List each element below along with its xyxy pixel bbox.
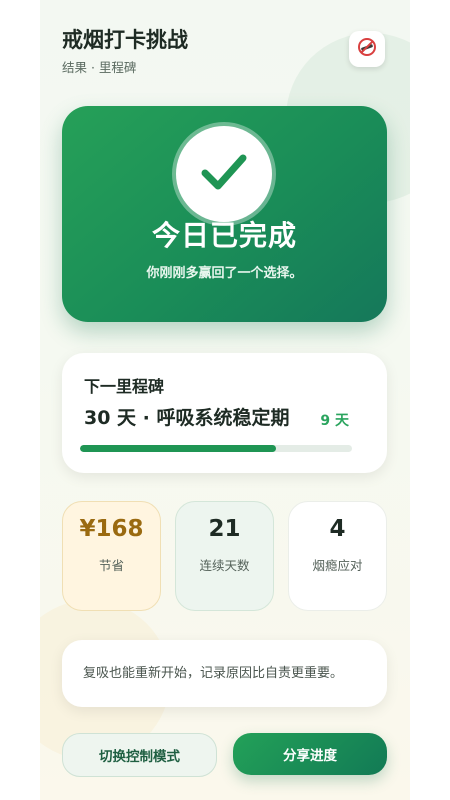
checkmark-icon: [196, 144, 252, 204]
share-progress-button[interactable]: 分享进度: [233, 733, 387, 775]
milestone-label: 下一里程碑: [84, 377, 165, 396]
no-smoking-icon: [357, 37, 377, 61]
stat-value: 4: [329, 516, 346, 542]
app-screen: 戒烟打卡挑战 结果 · 里程碑 今日已完成 你刚刚多赢回了一个选择。 下一里程碑…: [40, 0, 410, 800]
milestone-name: 30 天 · 呼吸系统稳定期: [84, 407, 290, 429]
milestone-days-left: 9 天: [320, 413, 349, 429]
stat-label: 连续天数: [199, 558, 250, 573]
tip-text: 复吸也能重新开始，记录原因比自责更重要。: [83, 666, 344, 681]
checkmark-badge: [176, 126, 272, 222]
stat-label: 烟瘾应对: [312, 558, 363, 573]
stat-value: ¥168: [79, 516, 144, 542]
stat-value: 21: [208, 516, 241, 542]
switch-mode-button[interactable]: 切换控制模式: [62, 733, 217, 777]
completion-subtitle: 你刚刚多赢回了一个选择。: [146, 266, 303, 281]
page-subtitle: 结果 · 里程碑: [62, 60, 137, 75]
completion-title: 今日已完成: [151, 219, 297, 252]
stat-label: 节省: [98, 558, 124, 573]
milestone-card: 下一里程碑 30 天 · 呼吸系统稳定期 9 天: [62, 353, 387, 473]
page-title: 戒烟打卡挑战: [62, 28, 188, 52]
stat-card-savings: ¥168 节省: [62, 501, 161, 611]
milestone-progress-bar: [80, 445, 352, 452]
tip-card: 复吸也能重新开始，记录原因比自责更重要。: [62, 640, 387, 707]
stat-card-streak: 21 连续天数: [175, 501, 274, 611]
no-smoking-button[interactable]: [349, 31, 385, 67]
stat-card-cravings: 4 烟瘾应对: [288, 501, 387, 611]
milestone-progress-fill: [80, 445, 276, 452]
completion-card: 今日已完成 你刚刚多赢回了一个选择。: [62, 106, 387, 322]
